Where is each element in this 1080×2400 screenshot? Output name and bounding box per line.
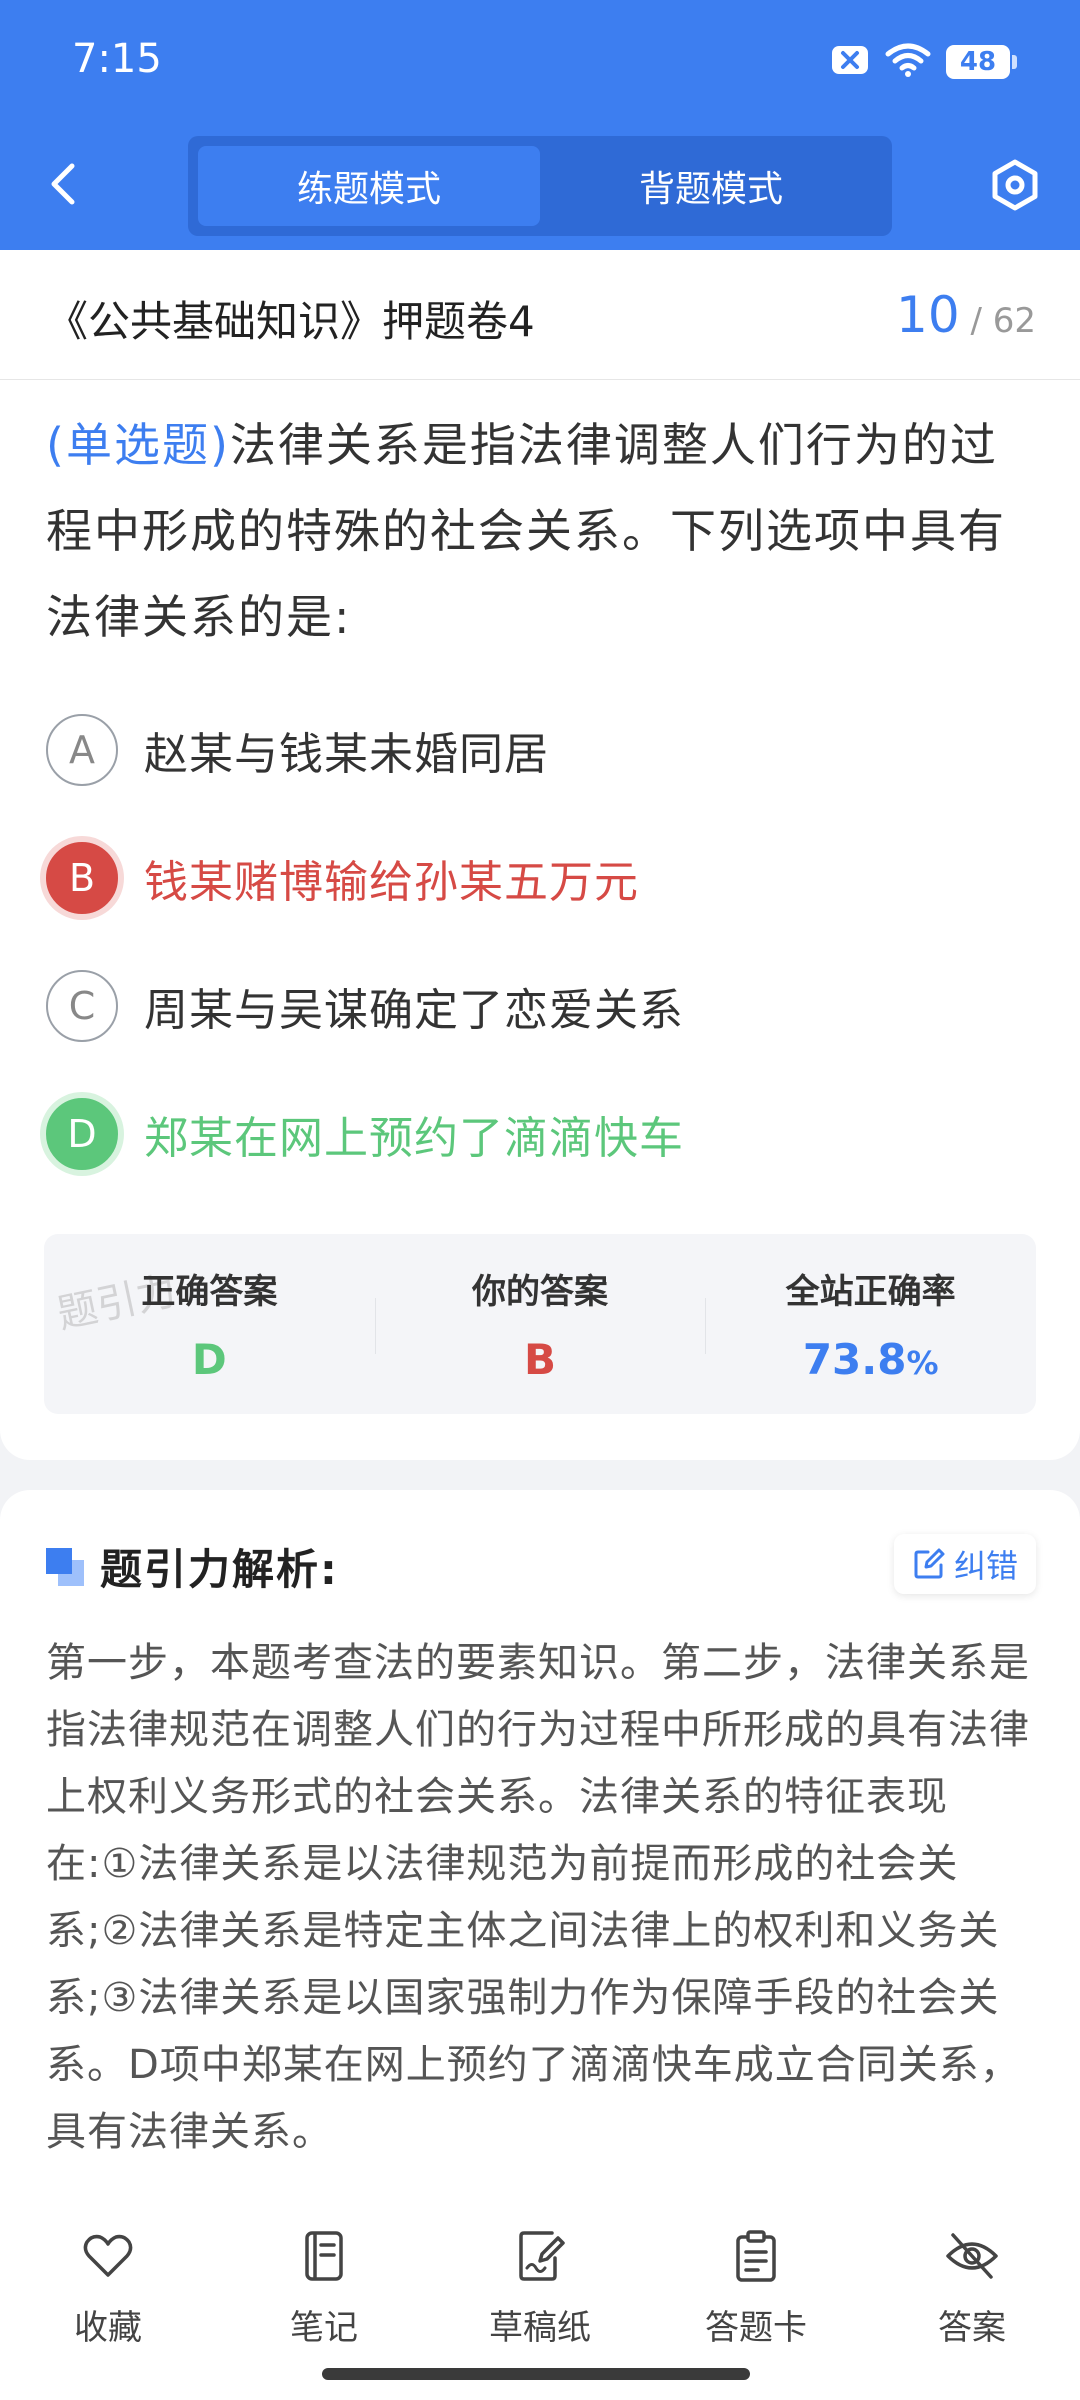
your-answer-value: B (524, 1335, 557, 1384)
option-b[interactable]: B 钱某赌博输给孙某五万元 (46, 838, 639, 918)
your-answer: 你的答案 B (374, 1234, 706, 1414)
sim-off-icon (830, 43, 870, 81)
accuracy-rate-unit: % (906, 1344, 939, 1382)
option-text: 钱某赌博输给孙某五万元 (144, 857, 639, 908)
correct-answer: 正确答案 D (44, 1234, 375, 1414)
accuracy-rate: 全站正确率 73.8% (705, 1234, 1036, 1414)
analysis-header: 题引力解析: (46, 1536, 339, 1597)
home-indicator[interactable] (322, 2368, 750, 2380)
progress-separator: / (970, 301, 982, 341)
correct-answer-value: D (191, 1335, 227, 1384)
chevron-left-icon (51, 163, 75, 205)
settings-button[interactable] (988, 158, 1042, 212)
answer-label: 答案 (938, 2308, 1006, 2348)
notes-label: 笔记 (290, 2308, 358, 2348)
accuracy-rate-number: 73.8 (802, 1335, 907, 1384)
option-letter: C (46, 970, 118, 1042)
answer-toggle-button[interactable]: 答案 (892, 2228, 1052, 2349)
analysis-card: 题引力解析: 纠错 第一步，本题考查法的要素知识。第二步，法律关系是指法律规范在… (0, 1490, 1080, 2200)
option-letter: A (46, 714, 118, 786)
report-error-label: 纠错 (953, 1547, 1018, 1585)
analysis-title: 题引力解析: (100, 1545, 339, 1594)
analysis-text: 第一步，本题考查法的要素知识。第二步，法律关系是指法律规范在调整人们的行为过程中… (46, 1640, 1030, 2155)
analysis-squares-icon (46, 1547, 84, 1586)
correct-answer-label: 正确答案 (141, 1272, 278, 1312)
favorite-button[interactable]: 收藏 (28, 2228, 188, 2349)
accuracy-rate-label: 全站正确率 (785, 1272, 956, 1312)
top-header: 7:15 48 练题模式 背题模式 (0, 0, 1080, 250)
option-a[interactable]: A 赵某与钱某未婚同居 (46, 710, 549, 790)
answer-sheet-label: 答题卡 (705, 2308, 807, 2348)
edit-icon (914, 1548, 945, 1579)
total-question-count: 62 (992, 301, 1036, 341)
heart-icon (83, 2234, 133, 2277)
option-d[interactable]: D 郑某在网上预约了滴滴快车 (46, 1094, 684, 1174)
question-card: (单选题)法律关系是指法律调整人们行为的过程中形成的特殊的社会关系。下列选项中具… (0, 380, 1080, 1460)
status-icons: 48 (830, 42, 1017, 82)
notes-button[interactable]: 笔记 (244, 2228, 404, 2349)
question-type: (单选题) (46, 418, 230, 472)
status-bar: 7:15 48 (0, 0, 1080, 125)
report-error-button[interactable]: 纠错 (893, 1534, 1036, 1594)
your-answer-label: 你的答案 (472, 1272, 608, 1312)
accuracy-rate-value: 73.8% (803, 1335, 939, 1384)
tab-practice-mode[interactable]: 练题模式 (198, 146, 540, 226)
paper-title: 《公共基础知识》押题卷4 (46, 297, 535, 346)
option-text: 郑某在网上预约了滴滴快车 (144, 1113, 684, 1164)
settings-hexagon-icon (992, 159, 1038, 211)
paper-title-bar: 《公共基础知识》押题卷4 10 / 62 (0, 250, 1080, 380)
clipboard-icon (736, 2230, 776, 2282)
option-text: 周某与吴谋确定了恋爱关系 (144, 985, 684, 1036)
notebook-icon (305, 2231, 343, 2281)
back-button[interactable] (42, 158, 86, 210)
answer-summary: 题引力 正确答案 D 你的答案 B 全站正确率 73.8% (44, 1234, 1036, 1414)
draft-paper-label: 草稿纸 (489, 2308, 591, 2348)
question-progress: 10 / 62 (896, 286, 1036, 344)
favorite-label: 收藏 (74, 2308, 142, 2348)
wifi-icon (884, 42, 932, 82)
battery-icon: 48 (946, 45, 1017, 79)
question-stem: (单选题)法律关系是指法律调整人们行为的过程中形成的特殊的社会关系。下列选项中具… (46, 402, 1036, 660)
status-time: 7:15 (72, 36, 162, 82)
draft-icon (519, 2231, 565, 2281)
option-letter: B (46, 842, 118, 914)
mode-switch: 练题模式 背题模式 (188, 136, 892, 236)
option-letter: D (46, 1098, 118, 1170)
tab-memorize-mode[interactable]: 背题模式 (540, 146, 882, 226)
option-text: 赵某与钱某未婚同居 (144, 729, 549, 780)
draft-paper-button[interactable]: 草稿纸 (460, 2228, 620, 2349)
eye-off-icon (946, 2233, 998, 2279)
current-question-number: 10 (896, 286, 960, 344)
answer-sheet-button[interactable]: 答题卡 (676, 2228, 836, 2349)
option-c[interactable]: C 周某与吴谋确定了恋爱关系 (46, 966, 684, 1046)
